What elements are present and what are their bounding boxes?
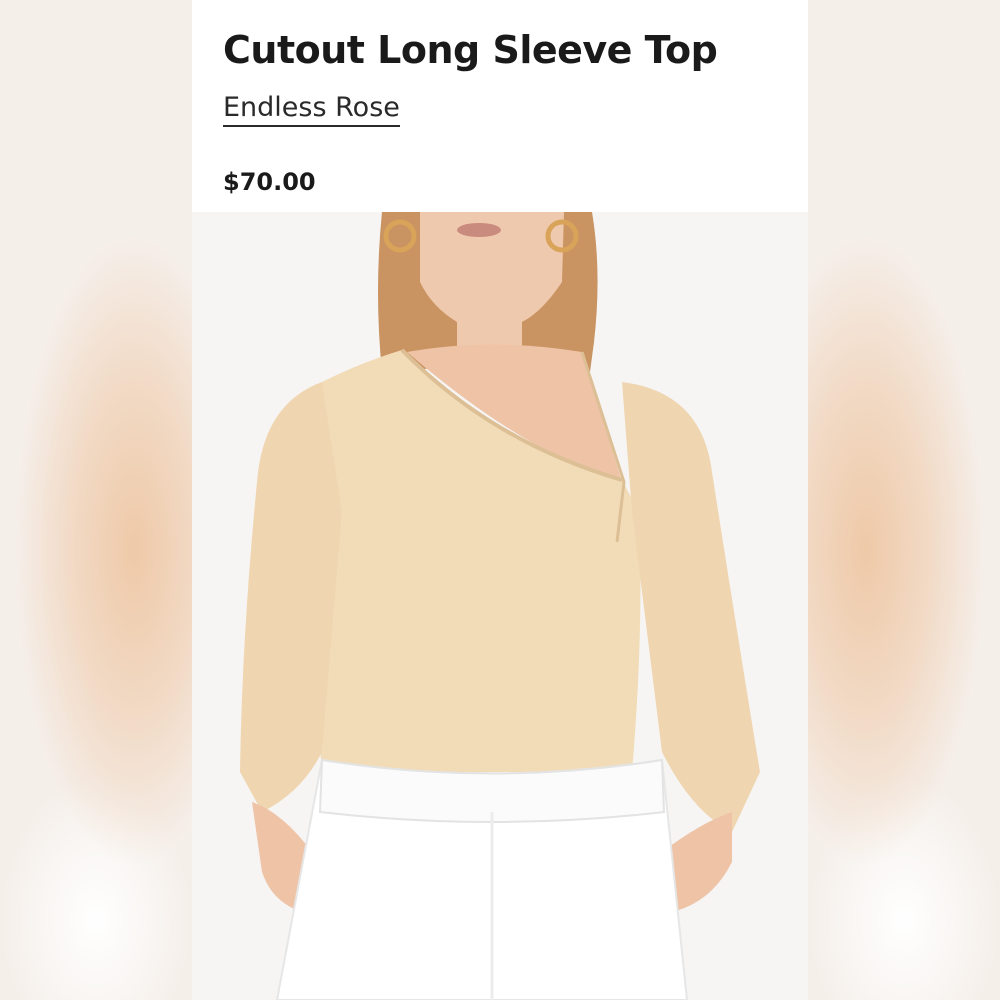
product-title: Cutout Long Sleeve Top (223, 28, 718, 72)
product-image[interactable] (192, 212, 808, 1000)
product-frame: Cutout Long Sleeve Top Endless Rose $70.… (0, 0, 1000, 1000)
product-price: $70.00 (223, 168, 316, 196)
product-header: Cutout Long Sleeve Top Endless Rose $70.… (192, 0, 808, 212)
blurred-background-left (0, 0, 192, 1000)
product-card: Cutout Long Sleeve Top Endless Rose $70.… (192, 0, 808, 1000)
brand-link[interactable]: Endless Rose (223, 92, 400, 127)
lips (457, 223, 501, 237)
blurred-background-right (808, 0, 1000, 1000)
